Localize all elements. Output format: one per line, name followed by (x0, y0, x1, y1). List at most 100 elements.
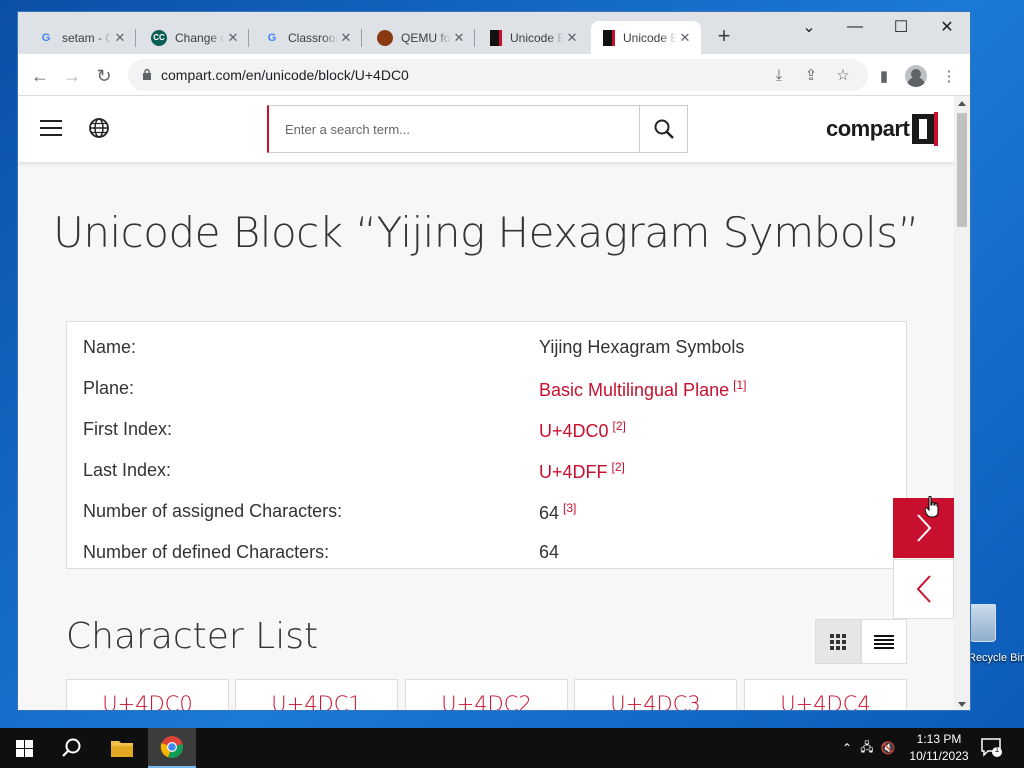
close-window-button[interactable]: ✕ (924, 12, 970, 42)
mouse-pointer-hand-icon (925, 496, 939, 518)
footnote-ref[interactable]: [3] (563, 501, 576, 515)
info-row-last-index: Last Index: U+4DFF [2] (67, 449, 906, 490)
speaker-muted-icon[interactable]: 🔇 (878, 741, 898, 755)
tab-title: QEMU for Windows (401, 30, 451, 45)
info-value: Yijing Hexagram Symbols (539, 337, 744, 358)
character-cell[interactable]: U+4DC0 (66, 679, 229, 710)
network-icon[interactable]: 🖧 (856, 738, 878, 759)
first-index-link[interactable]: U+4DC0 (539, 421, 609, 441)
compart-icon (490, 29, 502, 46)
close-tab-icon[interactable]: ✕ (112, 30, 128, 46)
menu-kebab-icon[interactable]: ⋮ (938, 65, 960, 87)
tab-5[interactable]: Unicode Block ✕ (478, 21, 588, 54)
info-value: U+4DFF [2] (539, 460, 625, 483)
new-tab-button[interactable]: + (712, 25, 736, 49)
time-text: 1:13 PM (916, 732, 962, 746)
list-view-button[interactable] (861, 619, 907, 664)
last-index-link[interactable]: U+4DFF (539, 462, 608, 482)
character-cell[interactable]: U+4DC4 (744, 679, 907, 710)
previous-block-button[interactable] (893, 559, 954, 619)
back-button[interactable]: ← (26, 62, 54, 90)
info-key: Name: (83, 337, 137, 357)
chrome-taskbar-button[interactable] (148, 728, 196, 768)
chevron-up-icon[interactable]: ⌃ (838, 741, 856, 755)
logo-text: compart (826, 116, 910, 141)
reload-button[interactable]: ↻ (90, 62, 118, 90)
profile-avatar[interactable] (905, 65, 927, 87)
info-row-first-index: First Index: U+4DC0 [2] (67, 408, 906, 449)
tab-3[interactable]: G Classroom - Google Search ✕ (252, 21, 362, 54)
grid-icon (830, 633, 846, 650)
windows-logo-icon (15, 739, 33, 757)
plane-link[interactable]: Basic Multilingual Plane (539, 380, 729, 400)
scroll-up-arrow-icon[interactable] (958, 101, 966, 106)
site-header: compart (18, 96, 954, 162)
scroll-down-arrow-icon[interactable] (958, 702, 966, 707)
file-explorer-button[interactable] (98, 728, 146, 768)
character-cell[interactable]: U+4DC3 (574, 679, 737, 710)
list-icon (874, 634, 894, 649)
character-cell[interactable]: U+4DC2 (405, 679, 568, 710)
close-tab-icon[interactable]: ✕ (564, 30, 580, 46)
side-pager (893, 498, 954, 619)
footnote-ref[interactable]: [1] (733, 378, 746, 392)
footnote-ref[interactable]: [2] (612, 460, 625, 474)
scrollbar-thumb[interactable] (957, 113, 967, 227)
close-tab-icon[interactable]: ✕ (451, 30, 467, 46)
url-text: compart.com/en/unicode/block/U+4DC0 (161, 67, 409, 83)
close-tab-icon[interactable]: ✕ (677, 30, 693, 46)
logo-mark-icon (912, 112, 939, 146)
footnote-ref[interactable]: [2] (613, 419, 626, 433)
notification-center-button[interactable]: 1 (980, 736, 1006, 760)
share-icon[interactable]: ⇪ (800, 64, 822, 86)
tab-2[interactable]: CC Change dimension ✕ (139, 21, 249, 54)
clock[interactable]: 1:13 PM 10/11/2023 (902, 731, 976, 765)
search-button[interactable] (639, 105, 688, 153)
character-cell[interactable]: U+4DC1 (235, 679, 398, 710)
block-info-table: Name: Yijing Hexagram Symbols Plane: Bas… (66, 321, 907, 569)
search-taskbar-button[interactable] (48, 728, 96, 768)
tab-6-active[interactable]: Unicode Block ✕ (591, 21, 701, 54)
info-value: 64 [3] (539, 501, 576, 524)
search-input[interactable] (269, 106, 640, 152)
chevron-left-icon (916, 575, 931, 603)
tab-4[interactable]: QEMU for Windows ✕ (365, 21, 475, 54)
side-panel-icon[interactable]: ▮ (873, 65, 895, 87)
tab-title: Classroom - Google Search (288, 30, 338, 45)
minimize-button[interactable]: — (832, 12, 878, 42)
search-icon (654, 119, 674, 139)
start-button[interactable] (0, 728, 48, 768)
close-tab-icon[interactable]: ✕ (225, 30, 241, 46)
browser-toolbar: ← → ↻ compart.com/en/unicode/block/U+4DC… (18, 54, 970, 96)
globe-icon[interactable] (88, 117, 110, 139)
chrome-icon (160, 736, 183, 759)
install-app-icon[interactable]: ⤓ (768, 64, 790, 86)
info-value: Basic Multilingual Plane [1] (539, 378, 746, 401)
info-row-assigned: Number of assigned Characters: 64 [3] (67, 490, 906, 531)
date-text: 10/11/2023 (909, 749, 969, 763)
tab-search-icon[interactable]: ⌄ (786, 12, 832, 42)
next-block-button[interactable] (893, 498, 954, 558)
recycle-bin[interactable]: Recycle Bin (962, 600, 1024, 670)
cc-icon: CC (151, 29, 167, 46)
page-scrollbar[interactable] (954, 96, 970, 710)
info-row-name: Name: Yijing Hexagram Symbols (67, 326, 906, 367)
info-key: Last Index: (83, 460, 172, 480)
info-value: U+4DC0 [2] (539, 419, 626, 442)
info-key: Number of assigned Characters: (83, 501, 343, 521)
bookmark-star-icon[interactable]: ☆ (832, 64, 854, 86)
tab-strip: G setam - Google Search ✕ CC Change dime… (18, 12, 970, 54)
recycle-bin-icon (970, 604, 996, 642)
taskbar: ⌃ 🖧 🔇 1:13 PM 10/11/2023 1 (0, 728, 1024, 768)
hamburger-menu-icon[interactable] (40, 120, 62, 136)
compart-logo[interactable]: compart (826, 112, 939, 146)
character-list-heading: Character List (66, 616, 319, 657)
maximize-button[interactable]: ☐ (878, 12, 924, 42)
recycle-bin-label: Recycle Bin (968, 652, 1024, 664)
close-tab-icon[interactable]: ✕ (338, 30, 354, 46)
grid-view-button[interactable] (815, 619, 861, 664)
address-bar[interactable]: compart.com/en/unicode/block/U+4DC0 ⤓ ⇪ … (128, 59, 868, 91)
forward-button[interactable]: → (58, 62, 86, 90)
browser-window: G setam - Google Search ✕ CC Change dime… (17, 11, 971, 711)
tab-1[interactable]: G setam - Google Search ✕ (26, 21, 136, 54)
